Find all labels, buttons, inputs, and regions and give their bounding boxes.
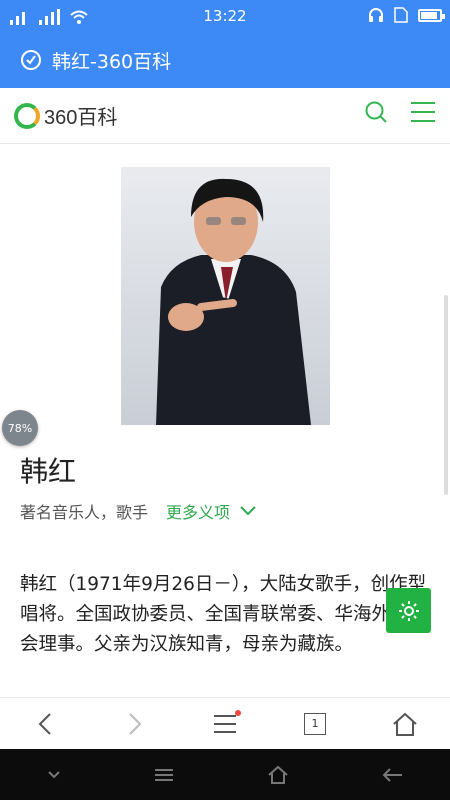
home-icon xyxy=(393,712,417,736)
chevron-right-icon xyxy=(129,712,142,735)
site-icon xyxy=(21,50,41,70)
more-meanings-label: 更多义项 xyxy=(166,503,231,522)
article: 78% 韩红 著名音乐人，歌手 更多义项 韩红（1971年9月26日－），大陆女… xyxy=(0,145,450,697)
status-bar: 13:22 xyxy=(0,0,450,32)
scrollbar[interactable] xyxy=(444,295,448,495)
sim-icon xyxy=(394,7,408,23)
more-meanings-link[interactable]: 更多义项 xyxy=(166,499,256,523)
forward-button[interactable] xyxy=(107,702,163,746)
gear-icon xyxy=(398,600,419,621)
bottom-toolbar: 1 xyxy=(0,697,450,749)
system-home-icon[interactable] xyxy=(267,765,289,785)
title-bar: 韩红-360百科 xyxy=(0,32,450,88)
site-logo[interactable]: 360百科 xyxy=(14,101,117,130)
system-back-icon[interactable] xyxy=(382,767,404,783)
recent-apps-icon[interactable] xyxy=(154,768,174,782)
system-nav-bar xyxy=(0,749,450,800)
menu-icon[interactable] xyxy=(410,101,436,123)
tab-count: 1 xyxy=(304,712,326,735)
back-button[interactable] xyxy=(17,702,73,746)
search-icon[interactable] xyxy=(364,100,388,124)
battery-icon xyxy=(418,8,445,22)
home-button[interactable] xyxy=(377,702,433,746)
chevron-down-icon xyxy=(240,506,256,516)
tabs-button[interactable]: 1 xyxy=(287,702,343,746)
chevron-left-icon xyxy=(38,712,51,735)
logo-mark-icon xyxy=(14,102,40,129)
browser-menu-button[interactable] xyxy=(197,702,253,746)
chevron-down-icon[interactable] xyxy=(47,770,61,780)
entry-summary: 韩红（1971年9月26日－），大陆女歌手，创作型唱将。全国政协委员、全国青联常… xyxy=(20,574,428,655)
logo-text: 360百科 xyxy=(44,107,118,129)
site-header: 360百科 xyxy=(0,88,450,144)
notification-dot xyxy=(235,709,241,716)
headset-icon xyxy=(369,8,383,22)
entry-subtitle: 著名音乐人，歌手 xyxy=(20,503,149,522)
entry-title: 韩红 xyxy=(20,455,77,488)
hamburger-icon xyxy=(214,714,236,733)
reading-progress-badge[interactable]: 78% xyxy=(2,410,38,446)
settings-button[interactable] xyxy=(386,588,431,633)
portrait-image[interactable] xyxy=(121,167,330,425)
page-title: 韩红-360百科 xyxy=(52,50,172,73)
